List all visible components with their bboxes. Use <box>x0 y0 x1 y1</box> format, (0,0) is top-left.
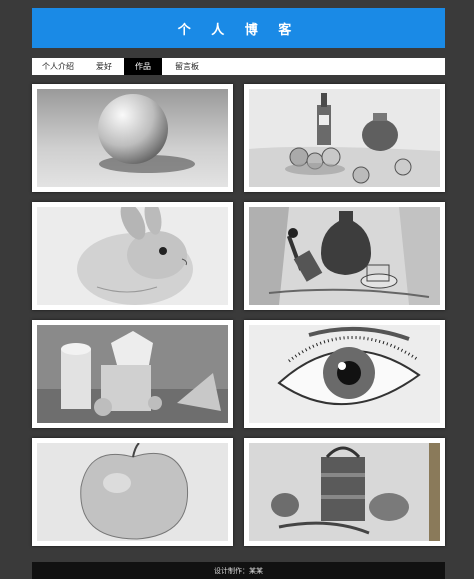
gallery-item-sphere[interactable] <box>32 84 233 192</box>
tab-works[interactable]: 作品 <box>124 58 162 75</box>
still-life-bottles-drawing <box>249 89 440 187</box>
tab-guestbook-label: 留言板 <box>175 62 199 71</box>
tab-works-label: 作品 <box>135 62 151 71</box>
tab-guestbook[interactable]: 留言板 <box>162 58 212 75</box>
tab-about[interactable]: 个人介绍 <box>32 58 84 75</box>
eye-drawing <box>249 325 440 423</box>
geometric-shapes-drawing <box>37 325 228 423</box>
gallery-item-still-life-pot-peppers[interactable] <box>244 438 445 546</box>
gallery-item-still-life-bottles-fruit[interactable] <box>244 84 445 192</box>
tab-hobbies[interactable]: 爱好 <box>84 58 124 75</box>
apple-drawing <box>37 443 228 541</box>
tab-about-label: 个人介绍 <box>42 62 74 71</box>
rabbit-drawing <box>37 207 228 305</box>
gallery-item-geometric-shapes[interactable] <box>32 320 233 428</box>
page-title-banner: 个 人 博 客 <box>32 8 445 48</box>
still-life-pot-drawing <box>249 443 440 541</box>
page-header-area: 个 人 博 客 个人介绍 爱好 作品 留言板 <box>32 8 445 75</box>
sphere-drawing <box>37 89 228 187</box>
gallery-item-eye[interactable] <box>244 320 445 428</box>
gallery-item-apple[interactable] <box>32 438 233 546</box>
gallery-item-rabbit[interactable] <box>32 202 233 310</box>
footer: 设计制作：某某 <box>32 562 445 579</box>
tab-hobbies-label: 爱好 <box>96 62 112 71</box>
gallery-item-still-life-vase-glass[interactable] <box>244 202 445 310</box>
page-title: 个 人 博 客 <box>177 22 300 38</box>
still-life-vase-drawing <box>249 207 440 305</box>
nav-bar: 个人介绍 爱好 作品 留言板 <box>32 58 445 75</box>
footer-credit: 设计制作：某某 <box>214 566 263 575</box>
